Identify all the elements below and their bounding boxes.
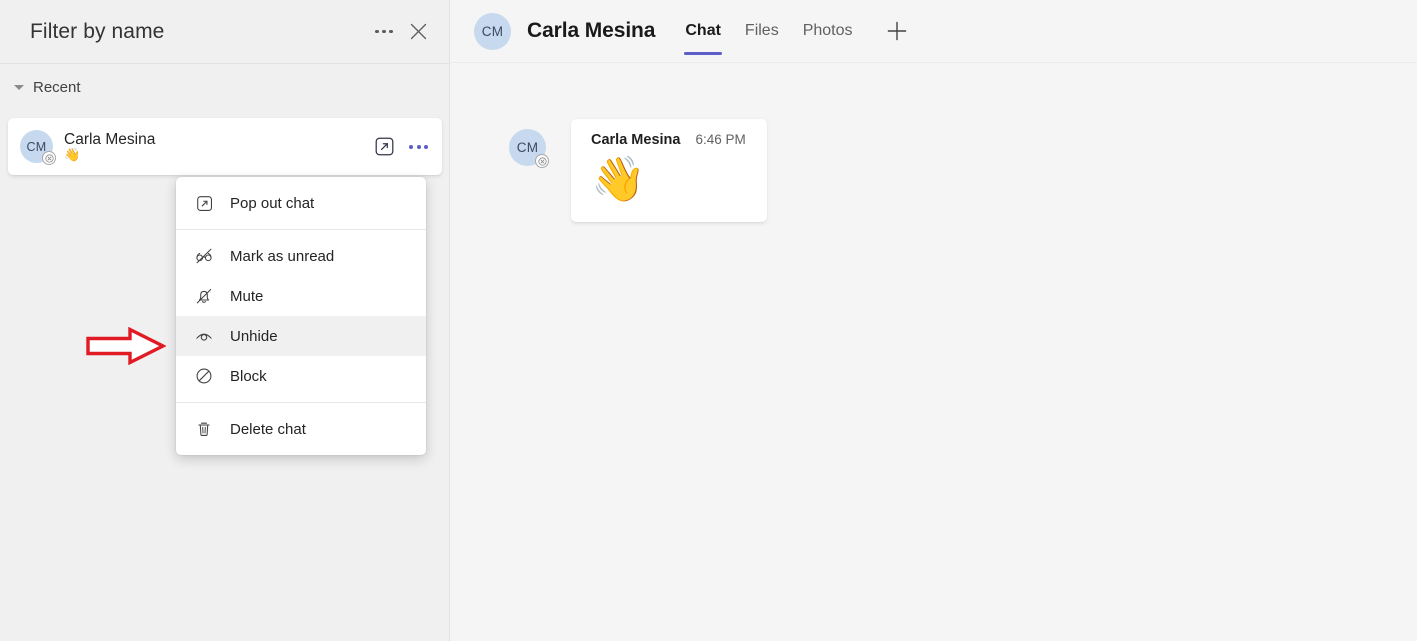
- status-badge-blocked: [42, 151, 56, 165]
- status-badge-blocked: [535, 154, 549, 168]
- chat-list-item-more-button[interactable]: [409, 144, 428, 149]
- context-menu-group-2: Mark as unread Mute Unhide Block: [176, 236, 426, 396]
- pop-out-icon: [194, 193, 214, 213]
- avatar: CM: [474, 12, 511, 50]
- close-icon: [410, 23, 426, 40]
- chat-list-item-preview: 👋: [64, 147, 81, 163]
- avatar-initials: CM: [516, 140, 539, 155]
- message-author: Carla Mesina: [591, 132, 681, 148]
- bell-mute-icon: [194, 286, 214, 306]
- tab-photos[interactable]: Photos: [791, 0, 865, 63]
- message-bubble[interactable]: Carla Mesina 6:46 PM 👋: [571, 119, 767, 222]
- filter-by-name-title: Filter by name: [30, 19, 165, 43]
- context-menu-item-label: Block: [230, 367, 267, 385]
- context-menu-item-label: Mute: [230, 287, 264, 305]
- chat-list-item-name: Carla Mesina: [64, 130, 156, 148]
- more-horizontal-icon: [375, 29, 393, 34]
- chevron-down-icon[interactable]: [14, 84, 24, 90]
- context-menu-item-mark-as-unread[interactable]: Mark as unread: [176, 236, 426, 276]
- chat-list-item-carla-mesina[interactable]: CM Carla Mesina 👋: [8, 118, 442, 175]
- tab-label: Photos: [802, 22, 853, 39]
- chat-context-menu: Pop out chat Mark as unread Mute Unhide …: [176, 177, 426, 455]
- context-menu-group-1: Pop out chat: [176, 183, 426, 223]
- block-icon: [194, 366, 214, 386]
- recent-section-header[interactable]: Recent: [0, 64, 449, 100]
- chat-list-item-actions: [373, 136, 428, 158]
- chat-detail-header: CM Carla Mesina Chat Files Photos: [451, 0, 1417, 63]
- context-menu-separator: [176, 229, 426, 230]
- context-menu-item-block[interactable]: Block: [176, 356, 426, 396]
- add-tab-button[interactable]: [879, 13, 915, 49]
- tab-label: Chat: [685, 22, 721, 39]
- avatar-initials: CM: [26, 139, 47, 154]
- tab-files[interactable]: Files: [733, 0, 791, 63]
- chat-list-more-button[interactable]: [367, 15, 401, 49]
- red-arrow-annotation: [86, 327, 166, 365]
- chat-list-close-button[interactable]: [401, 15, 435, 49]
- eye-icon: [194, 326, 214, 346]
- context-menu-item-label: Pop out chat: [230, 194, 315, 212]
- avatar: CM: [20, 130, 56, 165]
- message-avatar-wrap: CM: [509, 129, 549, 168]
- recent-section-label: Recent: [33, 78, 81, 96]
- chat-list-header: Filter by name: [0, 0, 449, 64]
- context-menu-item-label: Unhide: [230, 327, 278, 345]
- tab-label: Files: [744, 22, 779, 39]
- tab-chat[interactable]: Chat: [673, 0, 733, 63]
- context-menu-item-label: Delete chat: [230, 420, 306, 438]
- context-menu-item-label: Mark as unread: [230, 247, 335, 265]
- page-title: Carla Mesina: [527, 19, 656, 42]
- chat-list-panel: Filter by name Recent CM Carla Mesina 👋 …: [0, 0, 450, 641]
- teams-window: Filter by name Recent CM Carla Mesina 👋 …: [0, 0, 1417, 641]
- message-header: Carla Mesina 6:46 PM: [591, 132, 749, 148]
- message-item: CM Carla Mesina 6:46 PM 👋: [509, 119, 1417, 222]
- avatar-initials: CM: [481, 23, 504, 39]
- chat-list-item-body: Carla Mesina 👋: [64, 130, 373, 164]
- context-menu-item-delete-chat[interactable]: Delete chat: [176, 409, 426, 449]
- mark-as-unread-icon: [194, 246, 214, 266]
- context-menu-separator: [176, 402, 426, 403]
- trash-icon: [194, 419, 214, 439]
- plus-icon: [887, 21, 906, 41]
- pop-out-icon[interactable]: [373, 136, 395, 158]
- context-menu-item-unhide[interactable]: Unhide: [176, 316, 426, 356]
- chat-detail-panel: CM Carla Mesina Chat Files Photos CM Car…: [451, 0, 1417, 641]
- context-menu-item-pop-out-chat[interactable]: Pop out chat: [176, 183, 426, 223]
- context-menu-group-3: Delete chat: [176, 409, 426, 449]
- avatar: CM: [509, 129, 549, 168]
- message-content: 👋: [591, 154, 646, 205]
- chat-tabs: Chat Files Photos: [673, 0, 914, 63]
- message-timestamp: 6:46 PM: [695, 132, 746, 147]
- message-list: CM Carla Mesina 6:46 PM 👋: [451, 63, 1417, 222]
- context-menu-item-mute[interactable]: Mute: [176, 276, 426, 316]
